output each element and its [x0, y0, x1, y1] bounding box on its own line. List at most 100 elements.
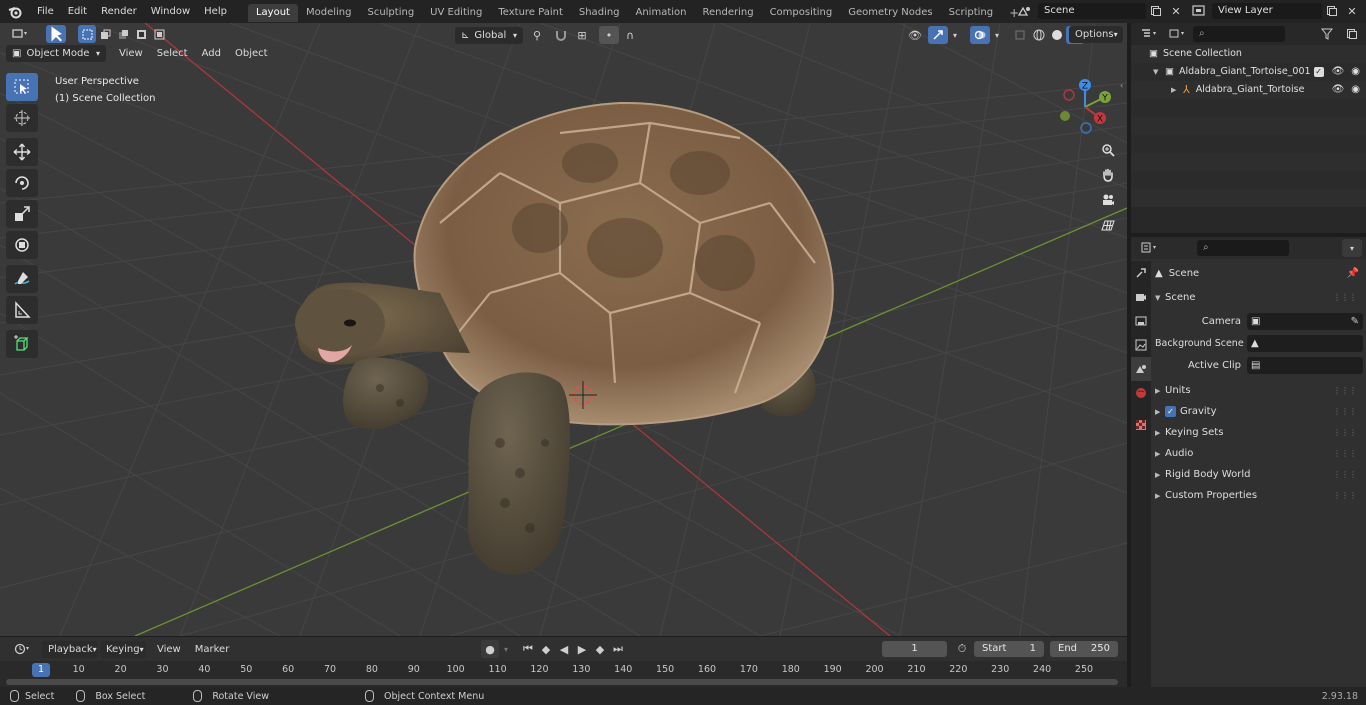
- cursor-tool-icon[interactable]: [6, 104, 38, 132]
- background-scene-field[interactable]: ▲: [1247, 335, 1363, 352]
- xray-icon[interactable]: [1010, 26, 1030, 44]
- editor-type-icon[interactable]: [6, 25, 34, 43]
- view-layer-icon[interactable]: [1186, 2, 1212, 20]
- new-collection-icon[interactable]: [1342, 25, 1362, 43]
- transform-tool-icon[interactable]: [6, 231, 38, 259]
- pin-icon[interactable]: 📌: [1347, 268, 1359, 279]
- drag-handle-icon[interactable]: ⋮⋮⋮: [1333, 449, 1357, 458]
- pan-hand-icon[interactable]: [1097, 164, 1119, 186]
- output-tab-icon[interactable]: [1131, 309, 1151, 333]
- drag-handle-icon[interactable]: ⋮⋮⋮: [1333, 293, 1357, 302]
- units-panel-header[interactable]: ▶ Units ⋮⋮⋮: [1155, 380, 1363, 401]
- tab-layout[interactable]: Layout: [247, 4, 298, 22]
- outliner-row-scene-collection[interactable]: ▣ Scene Collection: [1131, 45, 1366, 63]
- keying-dropdown[interactable]: Keying ▾: [100, 640, 146, 658]
- outliner-editor-type-icon[interactable]: [1135, 25, 1163, 43]
- camera-render-icon[interactable]: ◉: [1351, 63, 1360, 81]
- camera-render-icon[interactable]: ◉: [1351, 81, 1360, 99]
- menu-file[interactable]: File: [30, 0, 61, 23]
- orientation-dropdown[interactable]: ⊾ Global ▾: [455, 26, 523, 44]
- overlay-toggle-icon[interactable]: [970, 26, 990, 44]
- viewport-menu-view[interactable]: View: [112, 45, 150, 62]
- expand-right-icon[interactable]: ▶: [1171, 81, 1183, 99]
- 3d-viewport[interactable]: ⊾ Global ▾ ⚲ ⊞ • ∩ 👁 ▾ ▾ Options ▾ ▣ Obj…: [0, 23, 1127, 636]
- exclude-checkbox-icon[interactable]: ✓: [1313, 67, 1324, 77]
- next-keyframe-icon[interactable]: ◆: [591, 640, 609, 658]
- gizmo-toggle-icon[interactable]: [928, 26, 948, 44]
- select-new-icon[interactable]: [78, 25, 96, 43]
- audio-panel-header[interactable]: ▶ Audio ⋮⋮⋮: [1155, 443, 1363, 464]
- annotate-tool-icon[interactable]: [6, 265, 38, 293]
- tab-compositing[interactable]: Compositing: [762, 4, 841, 22]
- camera-field[interactable]: ▣ ✎: [1247, 313, 1363, 330]
- play-icon[interactable]: ▶: [573, 640, 591, 658]
- select-intersect-icon[interactable]: [150, 25, 168, 43]
- tab-animation[interactable]: Animation: [628, 4, 695, 22]
- view-layer-tab-icon[interactable]: [1131, 333, 1151, 357]
- display-mode-icon[interactable]: [1163, 25, 1191, 43]
- gizmo-neg-x[interactable]: [1063, 89, 1075, 101]
- gravity-checkbox[interactable]: ✓: [1165, 406, 1176, 417]
- select-extend-icon[interactable]: [96, 25, 114, 43]
- eyedropper-icon[interactable]: ✎: [1351, 316, 1359, 327]
- tortoise-model[interactable]: [295, 101, 834, 576]
- tab-rendering[interactable]: Rendering: [694, 4, 761, 22]
- tab-shading[interactable]: Shading: [571, 4, 628, 22]
- world-tab-icon[interactable]: [1131, 381, 1151, 405]
- chevron-down-icon[interactable]: ▾: [499, 640, 513, 658]
- jump-start-icon[interactable]: ⏮: [519, 640, 537, 658]
- measure-tool-icon[interactable]: [6, 296, 38, 324]
- chevron-down-icon[interactable]: ▾: [948, 26, 962, 44]
- timeline-menu-view[interactable]: View: [150, 641, 188, 658]
- falloff-icon[interactable]: ∩: [619, 26, 641, 44]
- gizmo-neg-z[interactable]: [1080, 122, 1092, 134]
- drag-handle-icon[interactable]: ⋮⋮⋮: [1333, 470, 1357, 479]
- proportional-edit-icon[interactable]: •: [599, 26, 619, 44]
- prev-keyframe-icon[interactable]: ◆: [537, 640, 555, 658]
- delete-scene-icon[interactable]: ✕: [1166, 2, 1186, 20]
- expand-down-icon[interactable]: ▼: [1153, 63, 1165, 81]
- tab-geometry-nodes[interactable]: Geometry Nodes: [840, 4, 940, 22]
- active-clip-field[interactable]: ▤: [1247, 357, 1363, 374]
- current-frame-marker[interactable]: 1: [32, 663, 50, 677]
- drag-handle-icon[interactable]: ⋮⋮⋮: [1333, 491, 1357, 500]
- custom-properties-panel-header[interactable]: ▶ Custom Properties ⋮⋮⋮: [1155, 485, 1363, 506]
- properties-search-input[interactable]: ⌕: [1197, 240, 1289, 256]
- timeline-editor-type-icon[interactable]: [4, 640, 40, 658]
- playback-dropdown[interactable]: Playback ▾: [42, 640, 98, 658]
- menu-window[interactable]: Window: [144, 0, 197, 23]
- record-icon[interactable]: ●: [481, 640, 499, 658]
- select-invert-icon[interactable]: [132, 25, 150, 43]
- select-box-tool-icon[interactable]: [6, 73, 38, 101]
- zoom-icon[interactable]: [1097, 139, 1119, 161]
- select-subtract-icon[interactable]: [114, 25, 132, 43]
- current-frame-field[interactable]: 1: [882, 641, 947, 657]
- properties-editor-type-icon[interactable]: [1135, 239, 1163, 257]
- menu-help[interactable]: Help: [197, 0, 234, 23]
- solid-shading-icon[interactable]: [1048, 26, 1066, 44]
- drag-handle-icon[interactable]: ⋮⋮⋮: [1333, 407, 1357, 416]
- ortho-grid-icon[interactable]: [1097, 214, 1119, 236]
- menu-render[interactable]: Render: [94, 0, 144, 23]
- rotate-tool-icon[interactable]: [6, 169, 38, 197]
- menu-edit[interactable]: Edit: [61, 0, 94, 23]
- viewport-menu-add[interactable]: Add: [195, 45, 228, 62]
- frame-ruler[interactable]: 1 10 20 30 40 50 60 70 80 90 100 110 120 130 140 150 160…: [0, 663, 1127, 679]
- stopwatch-icon[interactable]: ⏱: [952, 640, 972, 658]
- gravity-panel-header[interactable]: ▶ ✓ Gravity ⋮⋮⋮: [1155, 401, 1363, 422]
- outliner-search-input[interactable]: ⌕: [1193, 26, 1285, 42]
- sidebar-toggle-icon[interactable]: ‹: [1120, 81, 1127, 95]
- rigid-body-world-panel-header[interactable]: ▶ Rigid Body World ⋮⋮⋮: [1155, 464, 1363, 485]
- tab-sculpting[interactable]: Sculpting: [359, 4, 422, 22]
- new-view-layer-icon[interactable]: [1322, 2, 1342, 20]
- jump-end-icon[interactable]: ⏭: [609, 640, 627, 658]
- snap-icon[interactable]: [551, 26, 571, 44]
- start-frame-field[interactable]: Start 1: [974, 641, 1044, 657]
- new-scene-icon[interactable]: [1146, 2, 1166, 20]
- pivot-point-icon[interactable]: ⚲: [523, 26, 551, 44]
- blender-logo-icon[interactable]: [0, 3, 30, 21]
- viewport-menu-select[interactable]: Select: [150, 45, 195, 62]
- mode-dropdown[interactable]: ▣ Object Mode ▾: [6, 45, 106, 62]
- tab-scripting[interactable]: Scripting: [941, 4, 1001, 22]
- drag-handle-icon[interactable]: ⋮⋮⋮: [1333, 428, 1357, 437]
